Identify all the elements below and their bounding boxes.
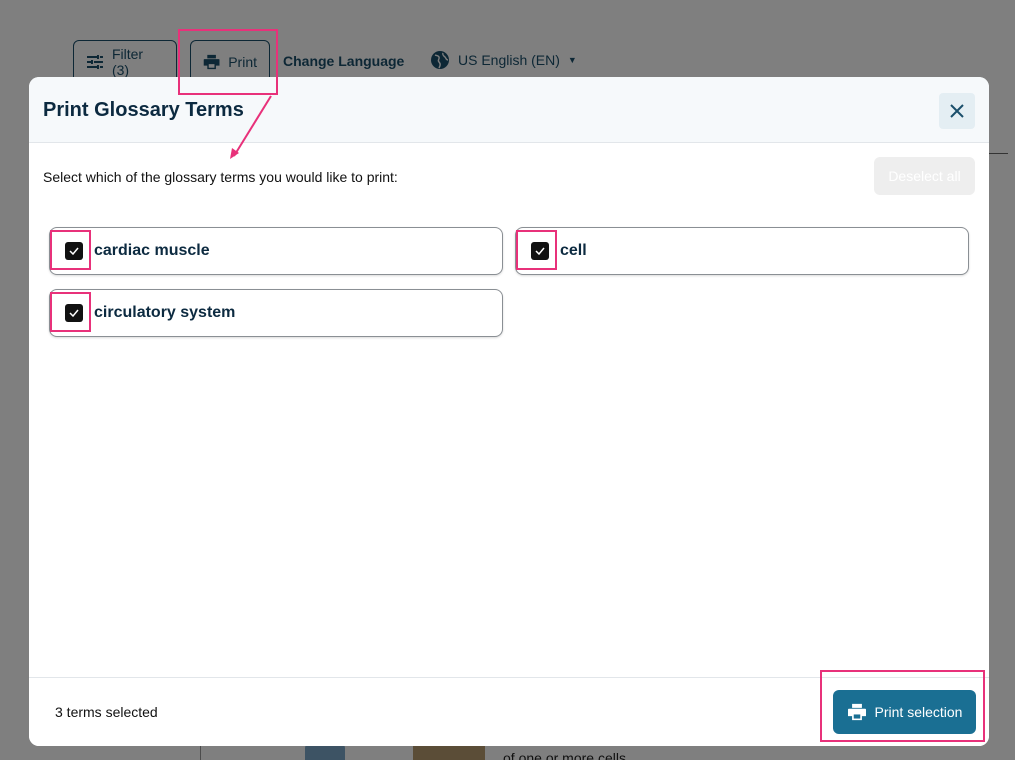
dialog-footer: 3 terms selected Print selection [29, 677, 989, 746]
print-glossary-dialog: Print Glossary Terms Select which of the… [29, 77, 989, 746]
print-selection-label: Print selection [874, 704, 963, 720]
checkbox-checked[interactable] [65, 304, 83, 322]
term-option-circulatory-system[interactable]: circulatory system [49, 289, 503, 337]
print-selection-button[interactable]: Print selection [833, 690, 976, 734]
dialog-header: Print Glossary Terms [29, 77, 989, 143]
checkbox-checked[interactable] [65, 242, 83, 260]
close-icon [950, 104, 964, 118]
checkmark-icon [535, 247, 545, 255]
term-label: cell [560, 242, 587, 259]
checkbox-checked[interactable] [531, 242, 549, 260]
term-option-cell[interactable]: cell [515, 227, 969, 275]
deselect-all-button[interactable]: Deselect all [874, 157, 975, 195]
checkmark-icon [69, 247, 79, 255]
term-option-cardiac-muscle[interactable]: cardiac muscle [49, 227, 503, 275]
term-label: circulatory system [94, 304, 236, 321]
term-label: cardiac muscle [94, 242, 210, 259]
printer-icon [847, 703, 866, 721]
close-button[interactable] [939, 93, 975, 129]
selected-count: 3 terms selected [55, 704, 158, 720]
instruction-text: Select which of the glossary terms you w… [43, 169, 398, 185]
checkmark-icon [69, 309, 79, 317]
dialog-title: Print Glossary Terms [43, 99, 244, 121]
